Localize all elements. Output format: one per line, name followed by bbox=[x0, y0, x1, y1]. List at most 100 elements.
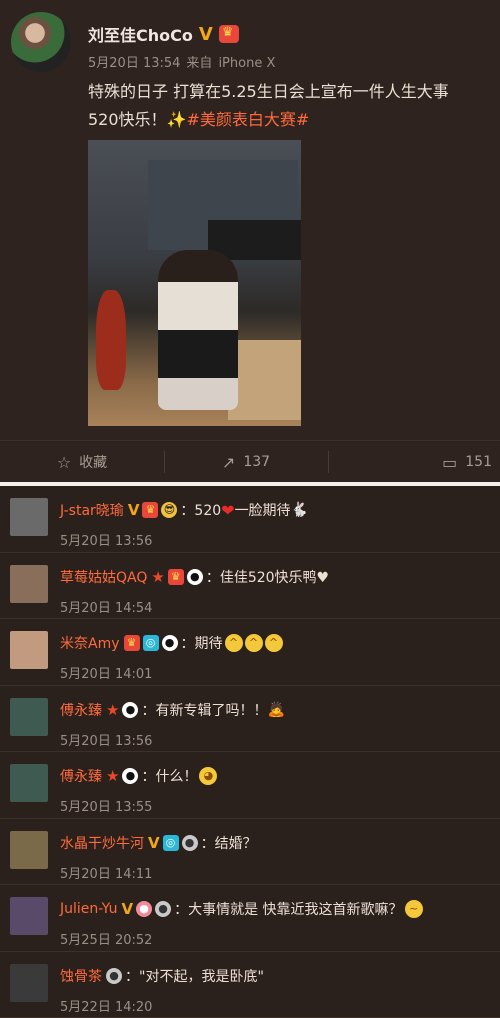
star-badge-icon: ★ bbox=[106, 768, 119, 784]
vip-crown-icon: ♛ bbox=[168, 569, 184, 585]
comment-time: 5月22日 14:20 bbox=[60, 996, 152, 1015]
verified-icon: V bbox=[121, 901, 133, 917]
comment-button[interactable]: ▭ 151 bbox=[328, 441, 500, 483]
author-line: 刘至佳ChoCo V bbox=[88, 22, 239, 46]
comment-time: 5月25日 20:52 bbox=[60, 929, 152, 948]
commenter-name[interactable]: 傅永臻 bbox=[60, 766, 102, 786]
pig-badge-icon: ● bbox=[136, 901, 152, 917]
robot-badge-icon: ● bbox=[155, 901, 171, 917]
panda-badge-icon: ● bbox=[162, 635, 178, 651]
commenter-avatar[interactable] bbox=[10, 631, 48, 669]
favorite-label: 收藏 bbox=[79, 452, 107, 472]
camera-badge-icon: ◎ bbox=[143, 635, 159, 651]
comment-time: 5月20日 13:56 bbox=[60, 530, 152, 549]
star-badge-icon: ★ bbox=[151, 569, 164, 585]
verified-icon: V bbox=[148, 835, 160, 851]
comment-text: ：什么！ bbox=[141, 766, 197, 786]
post-photo[interactable] bbox=[88, 140, 301, 426]
comment-line: 蚀骨茶 ● ："对不起，我是卧底" bbox=[60, 966, 264, 986]
laughing-emoji-icon: ^ bbox=[225, 634, 243, 652]
star-outline-icon: ☆ bbox=[57, 453, 71, 472]
comment-item: 傅永臻 ★ ● ：什么！ ◕ 5月20日 13:55 bbox=[0, 752, 500, 819]
comment-text: ：佳佳520快乐鸭♥ bbox=[206, 567, 329, 587]
action-bar: ☆ 收藏 ↗137 ▭ 151 bbox=[0, 440, 500, 483]
comment-line: J-star晓瑜 V ♛ 😎 ：520 ❤ 一脸期待 🐇 bbox=[60, 500, 308, 520]
sad-emoji-icon: ~ bbox=[405, 900, 423, 918]
author-name[interactable]: 刘至佳ChoCo bbox=[88, 22, 193, 46]
post-source: iPhone X bbox=[218, 56, 275, 71]
post-text-line1: 特殊的日子 打算在5.25生日会上宣布一件人生大事 bbox=[88, 78, 493, 106]
sunglasses-badge-icon: 😎 bbox=[161, 502, 177, 518]
commenter-avatar[interactable] bbox=[10, 831, 48, 869]
verified-icon: V bbox=[199, 24, 213, 45]
comment-item: 蚀骨茶 ● ："对不起，我是卧底" 5月22日 14:20 bbox=[0, 952, 500, 1018]
commenter-avatar[interactable] bbox=[10, 964, 48, 1002]
repost-count: 137 bbox=[243, 454, 270, 470]
comment-text2: 一脸期待 bbox=[235, 500, 291, 520]
favorite-button[interactable]: ☆ 收藏 bbox=[0, 441, 164, 483]
commenter-name[interactable]: J-star晓瑜 bbox=[60, 500, 124, 520]
commenter-name[interactable]: 蚀骨茶 bbox=[60, 966, 102, 986]
doge-emoji-icon: ◕ bbox=[199, 767, 217, 785]
vip-crown-icon: ♛ bbox=[124, 635, 140, 651]
comment-icon: ▭ bbox=[442, 453, 457, 472]
commenter-name[interactable]: 草莓姑姑QAQ bbox=[60, 567, 147, 587]
hashtag-link[interactable]: #美颜表白大赛# bbox=[186, 110, 309, 129]
robot-badge-icon: ● bbox=[182, 835, 198, 851]
author-avatar[interactable] bbox=[11, 12, 71, 72]
laughing-emoji-icon: ^ bbox=[245, 634, 263, 652]
vip-crown-icon: ♛ bbox=[142, 502, 158, 518]
comment-text: ：大事情就是 快靠近我这首新歌嘛？ bbox=[174, 899, 402, 919]
commenter-avatar[interactable] bbox=[10, 498, 48, 536]
comment-time: 5月20日 13:55 bbox=[60, 796, 152, 815]
commenter-avatar[interactable] bbox=[10, 897, 48, 935]
comment-line: 米奈Amy ♛ ◎ ● ：期待 ^^^ bbox=[60, 633, 283, 653]
comment-item: 水晶干炒牛河 V ◎ ● ：结婚？ 5月20日 14:11 bbox=[0, 819, 500, 886]
commenter-avatar[interactable] bbox=[10, 764, 48, 802]
comment-item: Julien-Yu V ● ● ：大事情就是 快靠近我这首新歌嘛？ ~ 5月25… bbox=[0, 885, 500, 952]
comment-list: J-star晓瑜 V ♛ 😎 ：520 ❤ 一脸期待 🐇 5月20日 13:56… bbox=[0, 486, 500, 1018]
comment-time: 5月20日 14:11 bbox=[60, 863, 152, 882]
comment-line: 水晶干炒牛河 V ◎ ● ：结婚？ bbox=[60, 833, 257, 853]
comment-count: 151 bbox=[465, 454, 492, 470]
comment-line: 草莓姑姑QAQ ★ ♛ ● ：佳佳520快乐鸭♥ bbox=[60, 567, 329, 587]
commenter-avatar[interactable] bbox=[10, 565, 48, 603]
comment-text: ：有新专辑了吗！！ bbox=[141, 700, 267, 720]
comment-item: 米奈Amy ♛ ◎ ● ：期待 ^^^ 5月20日 14:01 bbox=[0, 619, 500, 686]
commenter-avatar[interactable] bbox=[10, 698, 48, 736]
comment-text: ：结婚？ bbox=[201, 833, 257, 853]
post-time[interactable]: 5月20日 13:54 bbox=[88, 56, 180, 71]
comment-time: 5月20日 14:54 bbox=[60, 597, 152, 616]
star-badge-icon: ★ bbox=[106, 702, 119, 718]
comment-line: Julien-Yu V ● ● ：大事情就是 快靠近我这首新歌嘛？ ~ bbox=[60, 899, 423, 919]
comment-time: 5月20日 13:56 bbox=[60, 730, 152, 749]
comment-text: ：520 bbox=[180, 500, 221, 520]
comment-item: 草莓姑姑QAQ ★ ♛ ● ：佳佳520快乐鸭♥ 5月20日 14:54 bbox=[0, 553, 500, 620]
post-meta: 5月20日 13:54 来自 iPhone X bbox=[88, 52, 281, 71]
vip-crown-icon bbox=[219, 25, 239, 43]
laughing-emoji-icon: ^ bbox=[265, 634, 283, 652]
sparkle-icon: ✨ bbox=[167, 110, 187, 129]
source-prefix: 来自 bbox=[186, 56, 212, 71]
comment-time: 5月20日 14:01 bbox=[60, 663, 152, 682]
rabbit-emoji-icon: 🐇 bbox=[291, 502, 308, 518]
post-text: 特殊的日子 打算在5.25生日会上宣布一件人生大事 520快乐！✨#美颜表白大赛… bbox=[88, 78, 493, 134]
comment-line: 傅永臻 ★ ● ：有新专辑了吗！！ 🙇 bbox=[60, 700, 285, 720]
commenter-name[interactable]: Julien-Yu bbox=[60, 901, 117, 917]
robot-badge-icon: ● bbox=[106, 968, 122, 984]
comment-item: J-star晓瑜 V ♛ 😎 ：520 ❤ 一脸期待 🐇 5月20日 13:56 bbox=[0, 486, 500, 553]
panda-badge-icon: ● bbox=[122, 702, 138, 718]
comment-text: ："对不起，我是卧底" bbox=[125, 966, 264, 986]
comment-text: ：期待 bbox=[181, 633, 223, 653]
commenter-name[interactable]: 水晶干炒牛河 bbox=[60, 833, 144, 853]
commenter-name[interactable]: 米奈Amy bbox=[60, 633, 120, 653]
camera-badge-icon: ◎ bbox=[163, 835, 179, 851]
commenter-name[interactable]: 傅永臻 bbox=[60, 700, 102, 720]
post-text-line2-wrap: 520快乐！✨#美颜表白大赛# bbox=[88, 106, 493, 134]
weibo-post: 刘至佳ChoCo V 5月20日 13:54 来自 iPhone X 特殊的日子 打… bbox=[0, 0, 500, 482]
repost-button[interactable]: ↗137 bbox=[164, 441, 328, 483]
panda-badge-icon: ● bbox=[187, 569, 203, 585]
panda-badge-icon: ● bbox=[122, 768, 138, 784]
comment-item: 傅永臻 ★ ● ：有新专辑了吗！！ 🙇 5月20日 13:56 bbox=[0, 686, 500, 753]
verified-icon: V bbox=[128, 502, 140, 518]
